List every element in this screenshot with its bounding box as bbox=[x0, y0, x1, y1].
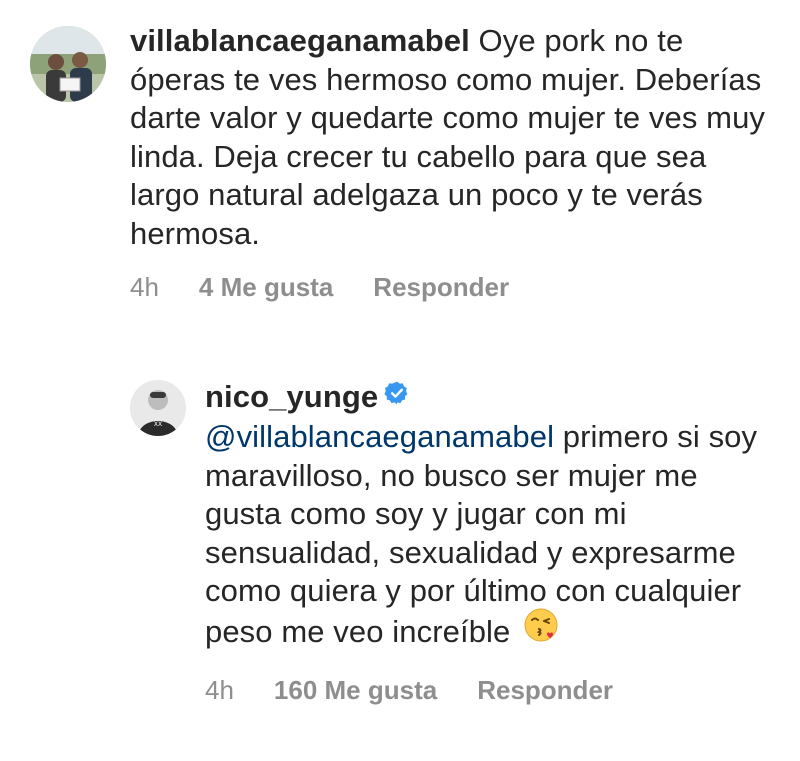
svg-text:XX: XX bbox=[154, 421, 162, 428]
comment-meta: 4h 4 Me gusta Responder bbox=[130, 272, 770, 303]
verified-badge-icon bbox=[384, 377, 410, 416]
likes-count[interactable]: 160 Me gusta bbox=[274, 675, 437, 706]
username[interactable]: nico_yunge bbox=[205, 379, 378, 414]
avatar[interactable]: XX bbox=[130, 380, 186, 436]
reply-button[interactable]: Responder bbox=[373, 272, 509, 303]
avatar-photo bbox=[30, 26, 106, 102]
timestamp: 4h bbox=[130, 272, 159, 302]
kissing-heart-face-icon bbox=[523, 607, 559, 653]
reply-button[interactable]: Responder bbox=[477, 675, 613, 706]
comment-body: villablancaeganamabel Oye pork no te ópe… bbox=[130, 22, 770, 303]
avatar-photo: XX bbox=[130, 380, 186, 436]
username[interactable]: villablancaeganamabel bbox=[130, 23, 470, 58]
comment-meta: 4h 160 Me gusta Responder bbox=[205, 675, 780, 706]
likes-count[interactable]: 4 Me gusta bbox=[199, 272, 333, 303]
comment-text: villablancaeganamabel Oye pork no te ópe… bbox=[130, 22, 770, 253]
comment-body: nico_yunge @villablancaeganamabel primero… bbox=[205, 378, 780, 706]
mention-link[interactable]: @villablancaeganamabel bbox=[205, 419, 554, 454]
avatar[interactable] bbox=[30, 26, 106, 102]
timestamp: 4h bbox=[205, 675, 234, 706]
comment-text: nico_yunge @villablancaeganamabel primero… bbox=[205, 378, 780, 656]
